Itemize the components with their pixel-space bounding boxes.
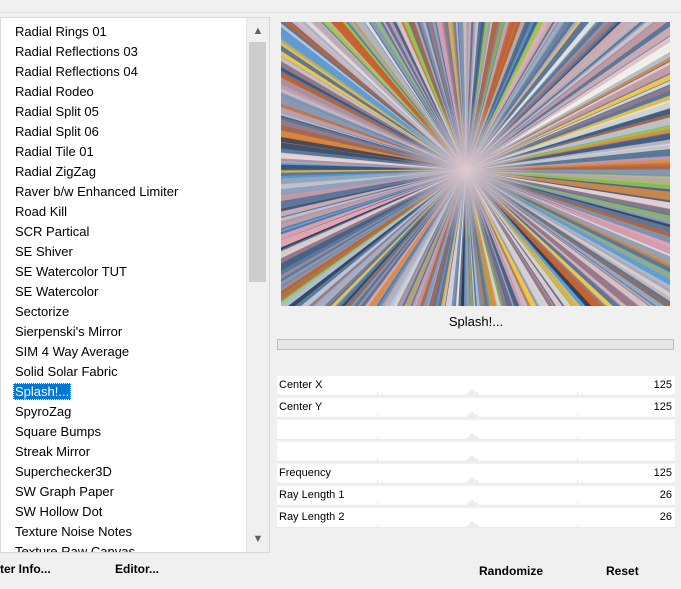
list-item-label: Radial ZigZag bbox=[15, 164, 96, 179]
list-item[interactable]: Radial Split 05 bbox=[1, 102, 247, 122]
list-item-label: SE Shiver bbox=[15, 244, 73, 259]
burst-center-glow bbox=[396, 100, 536, 240]
list-item-label: SIM 4 Way Average bbox=[15, 344, 130, 359]
list-item[interactable]: Sectorize bbox=[1, 302, 247, 322]
list-item[interactable]: Sierpenski's Mirror bbox=[1, 322, 247, 342]
slider-thumb[interactable] bbox=[465, 389, 479, 396]
list-scrollbar[interactable]: ▲ ▼ bbox=[246, 18, 269, 552]
progress-bar bbox=[277, 339, 674, 350]
list-item[interactable]: Radial Reflections 04 bbox=[1, 62, 247, 82]
filter-info-button[interactable]: ter Info... bbox=[0, 562, 51, 576]
slider-thumb[interactable] bbox=[465, 477, 479, 484]
filter-list: Radial Rings 01 Radial Reflections 03 Radi… bbox=[1, 22, 247, 553]
slider-thumb[interactable] bbox=[465, 433, 479, 440]
list-item-label: Radial Reflections 04 bbox=[15, 64, 138, 79]
param-slider-row[interactable]: Center X 125 bbox=[277, 376, 675, 396]
param-value: 26 bbox=[659, 489, 672, 501]
list-item-label: SCR Partical bbox=[15, 224, 90, 239]
list-item-label: Radial Rodeo bbox=[15, 84, 94, 99]
list-item-label: Streak Mirror bbox=[15, 444, 91, 459]
list-item[interactable]: Raver b/w Enhanced Limiter bbox=[1, 182, 247, 202]
param-value: 125 bbox=[653, 379, 672, 391]
list-item[interactable]: Square Bumps bbox=[1, 422, 247, 442]
list-item-label: SE Watercolor bbox=[15, 284, 99, 299]
param-value: 125 bbox=[653, 401, 672, 413]
list-item[interactable]: Texture Noise Notes bbox=[1, 522, 247, 542]
list-item-label: Radial Split 05 bbox=[15, 104, 99, 119]
list-item[interactable]: SE Watercolor TUT bbox=[1, 262, 247, 282]
chevron-down-icon[interactable]: ▼ bbox=[247, 528, 269, 550]
param-slider-row[interactable]: Frequency 125 bbox=[277, 464, 675, 484]
param-label: Ray Length 2 bbox=[279, 511, 345, 523]
list-item[interactable]: Texture Raw Canvas bbox=[1, 542, 247, 553]
param-value: 125 bbox=[653, 467, 672, 479]
list-item[interactable]: SIM 4 Way Average bbox=[1, 342, 247, 362]
list-item[interactable]: SE Watercolor bbox=[1, 282, 247, 302]
list-item-label: SW Hollow Dot bbox=[15, 504, 103, 519]
list-item[interactable]: Superchecker3D bbox=[1, 462, 247, 482]
list-item-label: Raver b/w Enhanced Limiter bbox=[15, 184, 179, 199]
param-label: Ray Length 1 bbox=[279, 489, 345, 501]
list-item-label: Radial Split 06 bbox=[15, 124, 99, 139]
randomize-button[interactable]: Randomize bbox=[479, 564, 543, 578]
list-item-label: Radial Rings 01 bbox=[15, 24, 107, 39]
list-item[interactable]: SW Hollow Dot bbox=[1, 502, 247, 522]
list-item-label: Radial Tile 01 bbox=[15, 144, 94, 159]
slider-thumb[interactable] bbox=[465, 499, 479, 506]
list-item[interactable]: Radial Split 06 bbox=[1, 122, 247, 142]
filter-list-panel: Radial Rings 01 Radial Reflections 03 Radi… bbox=[0, 17, 270, 553]
param-slider-row[interactable]: Center Y 125 bbox=[277, 398, 675, 418]
param-label: Center X bbox=[279, 379, 323, 391]
list-item[interactable]: Radial Reflections 03 bbox=[1, 42, 247, 62]
list-item[interactable]: SE Shiver bbox=[1, 242, 247, 262]
param-value: 26 bbox=[659, 511, 672, 523]
list-item-label: Texture Noise Notes bbox=[15, 524, 133, 539]
action-buttons: Randomize Reset bbox=[277, 553, 675, 589]
preview-splash-image bbox=[281, 22, 670, 306]
list-footer: ter Info... Editor... bbox=[0, 554, 270, 589]
list-item-label: SE Watercolor TUT bbox=[15, 264, 127, 279]
list-item-label: Sectorize bbox=[15, 304, 70, 319]
list-item[interactable]: Radial ZigZag bbox=[1, 162, 247, 182]
param-label: Center Y bbox=[279, 401, 323, 413]
list-item-label: Texture Raw Canvas bbox=[15, 544, 135, 553]
param-slider-row[interactable] bbox=[277, 420, 675, 440]
list-item-label: Solid Solar Fabric bbox=[15, 364, 118, 379]
list-item[interactable]: Streak Mirror bbox=[1, 442, 247, 462]
list-item[interactable]: Road Kill bbox=[1, 202, 247, 222]
list-item[interactable]: SpyroZag bbox=[1, 402, 247, 422]
top-strip bbox=[0, 0, 681, 13]
list-item[interactable]: Splash!... bbox=[1, 382, 247, 402]
list-item-label: Sierpenski's Mirror bbox=[15, 324, 123, 339]
param-label: Frequency bbox=[279, 467, 331, 479]
list-item-label: Radial Reflections 03 bbox=[15, 44, 138, 59]
scrollbar-thumb[interactable] bbox=[249, 42, 266, 282]
list-item-label: SW Graph Paper bbox=[15, 484, 114, 499]
list-item-label: Splash!... bbox=[13, 383, 72, 400]
list-item-label: Road Kill bbox=[15, 204, 68, 219]
param-slider-row[interactable] bbox=[277, 442, 675, 462]
slider-thumb[interactable] bbox=[465, 521, 479, 528]
editor-button[interactable]: Editor... bbox=[115, 562, 159, 576]
param-slider-row[interactable]: Ray Length 1 26 bbox=[277, 486, 675, 506]
filter-name-label: Splash!... bbox=[277, 308, 675, 336]
slider-thumb[interactable] bbox=[465, 455, 479, 462]
list-item[interactable]: Radial Rodeo bbox=[1, 82, 247, 102]
list-item-label: Square Bumps bbox=[15, 424, 101, 439]
list-item-label: SpyroZag bbox=[15, 404, 72, 419]
list-item[interactable]: Radial Rings 01 bbox=[1, 22, 247, 42]
slider-thumb[interactable] bbox=[465, 411, 479, 418]
list-item-label: Superchecker3D bbox=[15, 464, 112, 479]
parameter-sliders: Center X 125 Center Y 125 Frequency 125 Ray Le… bbox=[277, 376, 675, 552]
list-item[interactable]: SW Graph Paper bbox=[1, 482, 247, 502]
preview-image bbox=[281, 22, 670, 306]
param-slider-row[interactable]: Ray Length 2 26 bbox=[277, 508, 675, 528]
list-item[interactable]: SCR Partical bbox=[1, 222, 247, 242]
reset-button[interactable]: Reset bbox=[606, 564, 639, 578]
list-item[interactable]: Radial Tile 01 bbox=[1, 142, 247, 162]
list-item[interactable]: Solid Solar Fabric bbox=[1, 362, 247, 382]
chevron-up-icon[interactable]: ▲ bbox=[247, 20, 269, 42]
